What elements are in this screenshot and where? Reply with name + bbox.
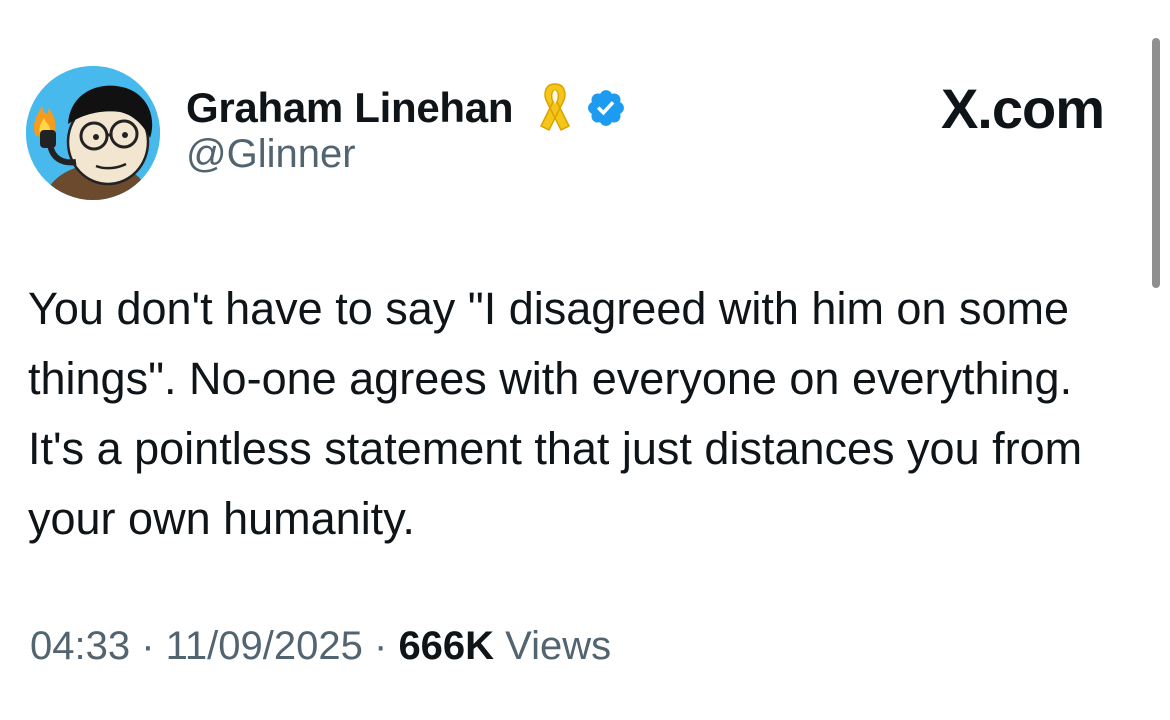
author-handle[interactable]: @Glinner [186,132,356,177]
scrollbar[interactable] [1152,38,1160,288]
views-label: Views [494,624,612,668]
tweet-card: Graham Linehan @Glinner X.com You don't … [0,0,1170,720]
tweet-time[interactable]: 04:33 [30,624,130,668]
author-name-row: Graham Linehan [186,78,627,138]
tweet-meta: 04:33 · 11/09/2025 · 666K Views [30,624,611,669]
yellow-ribbon-icon [535,80,575,136]
views-count[interactable]: 666K [398,624,494,668]
author-display-name[interactable]: Graham Linehan [186,84,514,132]
tweet-date[interactable]: 11/09/2025 [166,624,363,668]
meta-separator: · [130,624,166,668]
avatar[interactable] [26,66,160,200]
x-logo-wordmark: X.com [940,77,1105,140]
verified-check-icon[interactable] [585,87,627,129]
tweet-text: You don't have to say "I disagreed with … [28,283,1083,544]
meta-separator: · [362,624,399,668]
